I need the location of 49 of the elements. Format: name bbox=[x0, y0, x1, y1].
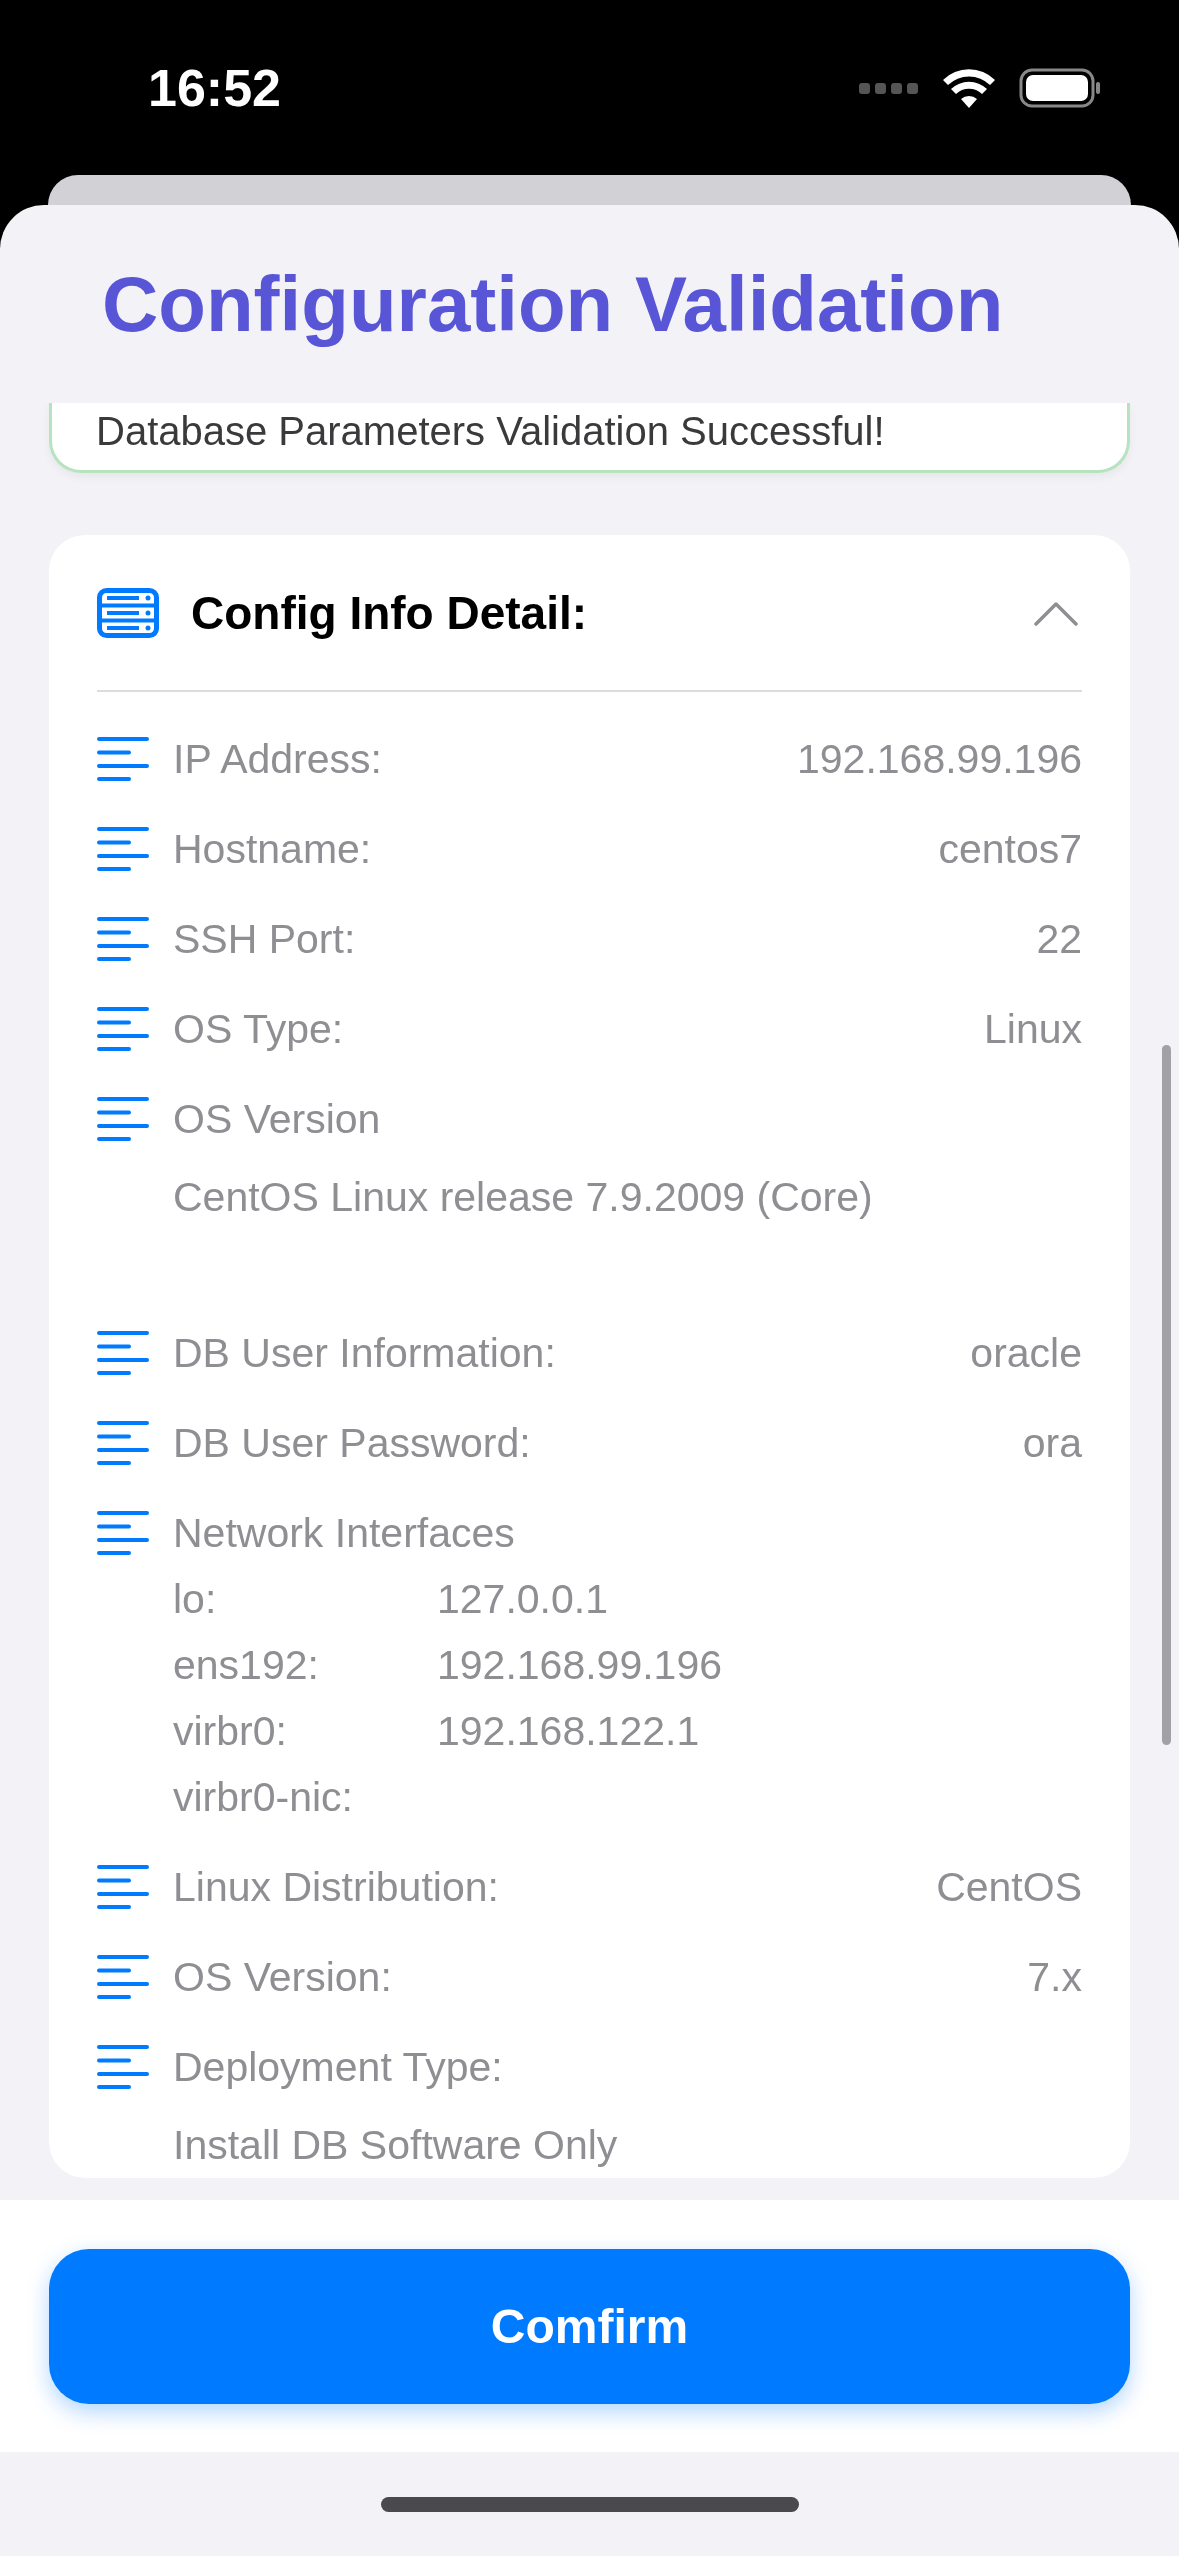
field-label: Network Interfaces bbox=[173, 1509, 516, 1557]
field-value: ora bbox=[1022, 1419, 1082, 1467]
field-value: CentOS Linux release 7.9.2009 (Core) bbox=[172, 1173, 874, 1222]
text-lines-icon bbox=[97, 1865, 149, 1909]
field-label: OS Version bbox=[173, 1095, 382, 1143]
text-lines-icon bbox=[97, 1331, 149, 1375]
interface-address: 192.168.122.1 bbox=[437, 1707, 700, 1755]
field-label: DB User Password: bbox=[173, 1419, 532, 1467]
text-lines-icon bbox=[97, 1511, 149, 1555]
field-label: Hostname: bbox=[173, 825, 373, 873]
text-lines-icon bbox=[97, 827, 149, 871]
field-value: 7.x bbox=[1027, 1953, 1082, 2001]
text-lines-icon bbox=[97, 1097, 149, 1141]
text-lines-icon bbox=[97, 1007, 149, 1051]
status-time: 16:52 bbox=[148, 57, 281, 118]
success-message: Database Parameters Validation Successful! bbox=[96, 409, 885, 454]
field-label: DB User Information: bbox=[173, 1329, 557, 1377]
interface-address: 192.168.99.196 bbox=[437, 1641, 722, 1689]
field-value: Linux bbox=[984, 1005, 1082, 1053]
signal-icon bbox=[859, 80, 919, 95]
interface-name: lo: bbox=[173, 1575, 218, 1623]
interface-address: 127.0.0.1 bbox=[437, 1575, 608, 1623]
field-value: 22 bbox=[1036, 915, 1082, 963]
text-lines-icon bbox=[97, 917, 149, 961]
battery-icon bbox=[1019, 67, 1101, 108]
text-lines-icon bbox=[97, 737, 149, 781]
text-lines-icon bbox=[97, 1421, 149, 1465]
interface-name: virbr0: bbox=[173, 1707, 288, 1755]
field-value: CentOS bbox=[936, 1863, 1082, 1911]
text-lines-icon bbox=[97, 1955, 149, 1999]
confirm-button[interactable]: Comfirm bbox=[49, 2248, 1130, 2404]
interface-name: virbr0-nic: bbox=[173, 1773, 354, 1821]
field-value: oracle bbox=[970, 1329, 1082, 1377]
field-label: OS Version: bbox=[173, 1953, 393, 2001]
field-label: Deployment Type: bbox=[173, 2043, 504, 2091]
page-title: Configuration Validation bbox=[102, 258, 1004, 350]
section-title: Config Info Detail: bbox=[191, 585, 589, 640]
field-value: Install DB Software Only bbox=[172, 2121, 619, 2170]
wifi-icon bbox=[943, 67, 995, 108]
field-label: IP Address: bbox=[173, 735, 383, 783]
field-value: 192.168.99.196 bbox=[797, 735, 1082, 783]
field-label: Linux Distribution: bbox=[173, 1863, 500, 1911]
interface-name: ens192: bbox=[173, 1641, 320, 1689]
field-label: OS Type: bbox=[173, 1005, 345, 1053]
text-lines-icon bbox=[97, 2045, 149, 2089]
server-icon bbox=[97, 587, 159, 638]
field-value: centos7 bbox=[938, 825, 1082, 873]
field-label: SSH Port: bbox=[173, 915, 357, 963]
chevron-up-icon[interactable] bbox=[1034, 599, 1078, 626]
